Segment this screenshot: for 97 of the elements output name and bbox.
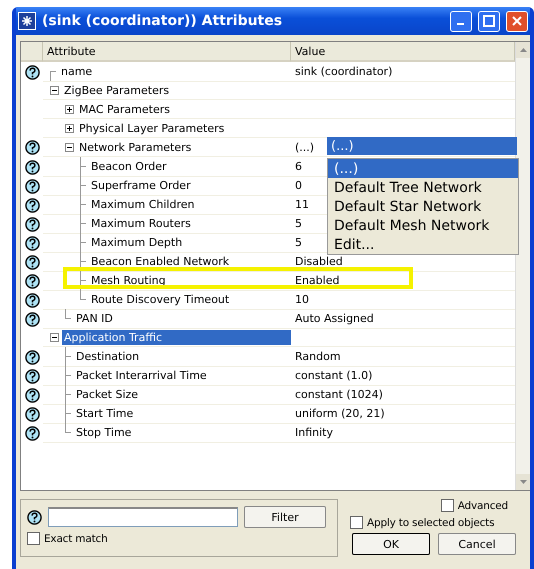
attribute-name[interactable]: Beacon Enabled Network	[89, 254, 232, 269]
tree-line	[77, 157, 87, 176]
attribute-name[interactable]: Physical Layer Parameters	[77, 120, 226, 136]
attribute-value[interactable]: Auto Assigned	[295, 312, 374, 325]
attribute-value[interactable]: 5	[295, 236, 302, 249]
expand-icon[interactable]	[65, 124, 74, 132]
scrollbar[interactable]	[515, 42, 530, 490]
attribute-name[interactable]: Network Parameters	[77, 140, 194, 154]
attribute-name[interactable]: Maximum Depth	[89, 235, 184, 250]
attribute-name[interactable]: Packet Size	[74, 387, 140, 402]
menu-item[interactable]: (...)	[328, 159, 518, 178]
attribute-name[interactable]: Mesh Routing	[89, 273, 168, 288]
tree-line	[62, 347, 72, 366]
attribute-name[interactable]: Packet Interarrival Time	[74, 368, 209, 383]
filter-field[interactable]	[48, 507, 238, 527]
help-icon[interactable]	[24, 426, 40, 440]
collapse-icon[interactable]	[50, 86, 59, 94]
tree-line	[62, 404, 72, 423]
help-icon[interactable]	[24, 292, 40, 308]
attribute-value[interactable]: Infinity	[295, 426, 333, 439]
expand-icon[interactable]	[65, 104, 74, 114]
checkbox-label[interactable]: Exact match	[44, 532, 108, 544]
tree-line	[62, 385, 72, 404]
tree-line	[62, 366, 72, 385]
help-icon[interactable]	[24, 178, 40, 194]
help-icon[interactable]	[24, 368, 40, 384]
help-icon[interactable]	[24, 198, 40, 212]
attribute-value[interactable]: 6	[295, 160, 302, 173]
tree-line	[77, 214, 87, 233]
dropdown-field[interactable]: (...)	[327, 137, 517, 155]
attribute-value[interactable]: Random	[295, 350, 341, 363]
help-icon[interactable]	[24, 64, 40, 80]
maximize-button[interactable]	[478, 10, 500, 32]
attribute-name[interactable]: Route Discovery Timeout	[89, 292, 232, 307]
ok-button[interactable]: OK	[352, 533, 430, 555]
scroll-up-icon[interactable]	[520, 48, 526, 52]
help-icon[interactable]	[24, 406, 40, 422]
filter-button[interactable]: Filter	[244, 506, 326, 528]
checkbox[interactable]	[440, 499, 454, 512]
help-icon[interactable]	[24, 140, 40, 155]
attribute-value[interactable]: 11	[295, 198, 309, 211]
attribute-name[interactable]: Start Time	[74, 406, 136, 421]
help-icon[interactable]	[24, 236, 40, 250]
help-icon[interactable]	[24, 388, 40, 402]
attribute-name[interactable]: Destination	[74, 349, 142, 364]
menu-item[interactable]: Default Mesh Network	[328, 216, 518, 235]
close-button[interactable]	[506, 10, 528, 32]
attribute-name[interactable]: Beacon Order	[89, 159, 169, 174]
menu-item[interactable]: Default Tree Network	[328, 178, 518, 197]
attribute-value[interactable]: Enabled	[295, 274, 340, 287]
maximize-icon[interactable]	[483, 15, 495, 27]
help-icon[interactable]	[24, 274, 40, 288]
checkbox[interactable]	[27, 532, 40, 545]
help-icon[interactable]	[24, 216, 40, 232]
attribute-value[interactable]: 5	[295, 217, 302, 230]
window-title: (sink (coordinator)) Attributes	[42, 13, 284, 29]
app-icon	[18, 12, 36, 30]
attribute-value[interactable]: 0	[295, 179, 302, 192]
tree-line	[77, 271, 87, 290]
attribute-name[interactable]: Maximum Children	[89, 197, 196, 212]
help-icon[interactable]	[27, 510, 42, 524]
header-cell	[21, 42, 43, 62]
attribute-value[interactable]: constant (1024)	[295, 388, 383, 401]
minimize-button[interactable]	[450, 10, 472, 32]
attribute-name[interactable]: MAC Parameters	[77, 102, 172, 116]
attribute-name[interactable]: Superframe Order	[89, 178, 193, 193]
column-header[interactable]: Value	[291, 42, 515, 62]
attribute-value[interactable]: Disabled	[295, 255, 343, 268]
attribute-value[interactable]: 10	[295, 293, 309, 306]
cancel-button[interactable]: Cancel	[438, 533, 516, 555]
attribute-value[interactable]: sink (coordinator)	[295, 65, 392, 78]
help-icon[interactable]	[24, 312, 40, 326]
tree-line	[77, 176, 87, 195]
help-icon[interactable]	[24, 160, 40, 174]
column-header[interactable]: Attribute	[43, 42, 291, 62]
attribute-name[interactable]: ZigBee Parameters	[62, 82, 172, 98]
attribute-name[interactable]: Maximum Routers	[89, 216, 193, 231]
checkbox-label[interactable]: Apply to selected objects	[367, 516, 494, 528]
help-icon[interactable]	[24, 254, 40, 270]
attribute-name[interactable]: Stop Time	[74, 425, 134, 440]
attribute-name[interactable]: Application Traffic	[62, 330, 291, 344]
help-icon[interactable]	[24, 350, 40, 364]
checkbox-label[interactable]: Advanced	[458, 500, 508, 512]
collapse-icon[interactable]	[50, 332, 59, 342]
attribute-name[interactable]: PAN ID	[74, 311, 115, 326]
tree-line	[77, 195, 87, 214]
menu-item[interactable]: Edit...	[328, 235, 518, 254]
close-icon[interactable]	[511, 15, 523, 27]
attribute-name[interactable]: name	[59, 64, 94, 79]
scroll-down-icon[interactable]	[520, 480, 526, 484]
checkbox[interactable]	[350, 516, 363, 529]
attribute-value[interactable]: constant (1.0)	[295, 369, 372, 382]
attribute-value[interactable]: (...)	[295, 140, 314, 154]
menu-item[interactable]: Default Star Network	[328, 197, 518, 216]
tree-line	[77, 233, 87, 252]
attribute-value[interactable]: uniform (20, 21)	[295, 407, 385, 420]
collapse-icon[interactable]	[65, 142, 74, 152]
